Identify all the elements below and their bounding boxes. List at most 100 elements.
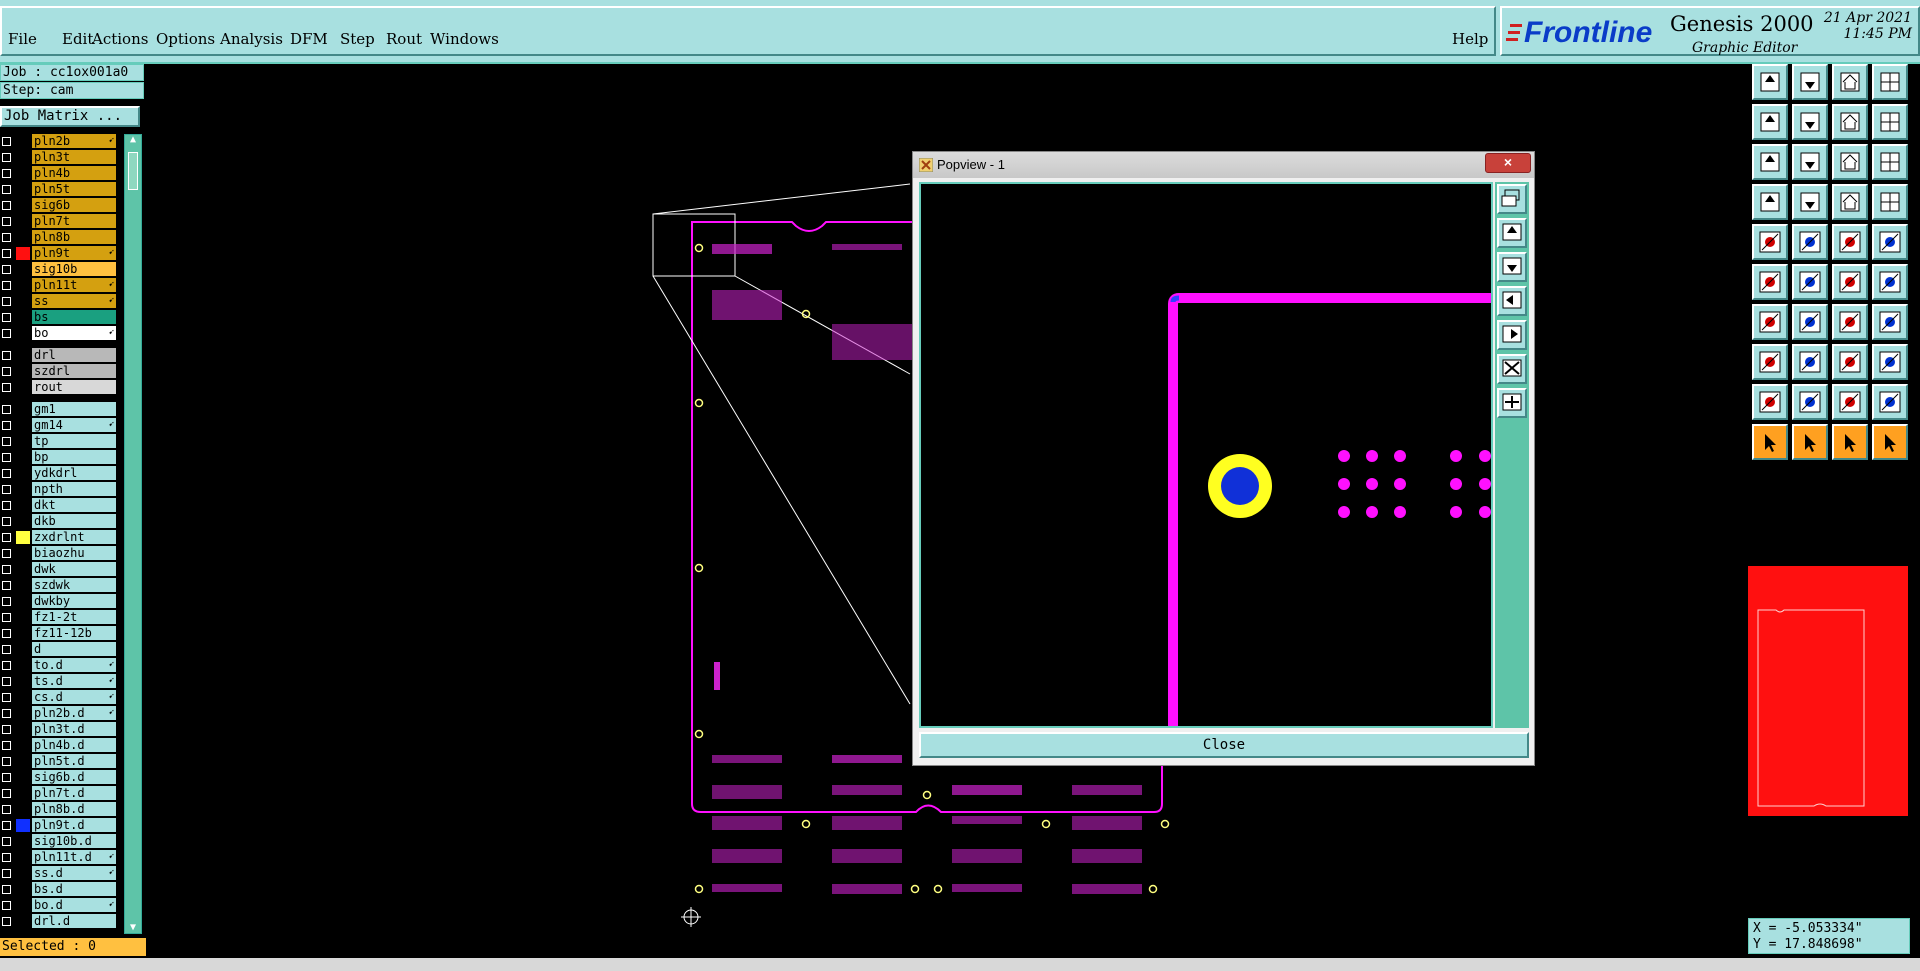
layer-checkbox[interactable] xyxy=(2,185,11,194)
layer-checkbox[interactable] xyxy=(2,169,11,178)
tool-button-triangle2[interactable] xyxy=(1792,384,1828,420)
layer-row-pln8b[interactable]: pln8b xyxy=(0,230,118,245)
popview-close-icon[interactable]: × xyxy=(1485,153,1531,173)
layer-color-swatch[interactable] xyxy=(16,915,30,928)
layer-color-swatch[interactable] xyxy=(16,675,30,688)
layer-row-pln2b.d[interactable]: pln2b.d ➹ xyxy=(0,706,118,721)
layer-row-pln7t.d[interactable]: pln7t.d xyxy=(0,786,118,801)
layer-name[interactable]: sig6b.d xyxy=(32,770,116,784)
layer-row-bo.d[interactable]: bo.d ➹ xyxy=(0,898,118,913)
layer-color-swatch[interactable] xyxy=(16,381,30,394)
layer-row-sig6b.d[interactable]: sig6b.d xyxy=(0,770,118,785)
layer-color-swatch[interactable] xyxy=(16,279,30,292)
layer-color-swatch[interactable] xyxy=(16,547,30,560)
tool-button-help[interactable] xyxy=(1872,144,1908,180)
layer-name[interactable]: npth xyxy=(32,482,116,496)
tool-button-scale-1-2[interactable] xyxy=(1832,144,1868,180)
tool-button-redo[interactable] xyxy=(1872,104,1908,140)
layer-name[interactable]: to.d ➹ xyxy=(32,658,116,672)
layer-row-to.d[interactable]: to.d ➹ xyxy=(0,658,118,673)
layer-checkbox[interactable] xyxy=(2,517,11,526)
layer-row-pln3t[interactable]: pln3t xyxy=(0,150,118,165)
layer-row-pln5t[interactable]: pln5t xyxy=(0,182,118,197)
layer-name[interactable]: ydkdrl xyxy=(32,466,116,480)
layer-name[interactable]: fz11-12b xyxy=(32,626,116,640)
layer-checkbox[interactable] xyxy=(2,821,11,830)
layer-color-swatch[interactable] xyxy=(16,883,30,896)
layer-color-swatch[interactable] xyxy=(16,563,30,576)
layer-name[interactable]: pln4b.d xyxy=(32,738,116,752)
layer-name[interactable]: pln7t.d xyxy=(32,786,116,800)
tool-button-pan[interactable] xyxy=(1792,144,1828,180)
tool-button-triangle4[interactable] xyxy=(1872,384,1908,420)
layer-checkbox[interactable] xyxy=(2,485,11,494)
layer-name[interactable]: pln8b xyxy=(32,230,116,244)
menu-file[interactable]: File xyxy=(8,30,37,48)
tool-button-slope[interactable] xyxy=(1792,304,1828,340)
popview-canvas[interactable] xyxy=(919,182,1493,728)
layer-row-pln4b[interactable]: pln4b xyxy=(0,166,118,181)
layer-color-swatch[interactable] xyxy=(16,579,30,592)
layer-checkbox[interactable] xyxy=(2,917,11,926)
layer-color-swatch[interactable] xyxy=(16,247,30,260)
layer-checkbox[interactable] xyxy=(2,329,11,338)
tool-button-filter2[interactable] xyxy=(1872,184,1908,220)
layer-row-npth[interactable]: npth xyxy=(0,482,118,497)
tool-button-arc[interactable] xyxy=(1832,304,1868,340)
layer-color-swatch[interactable] xyxy=(16,311,30,324)
layer-checkbox[interactable] xyxy=(2,693,11,702)
layer-checkbox[interactable] xyxy=(2,581,11,590)
layer-checkbox[interactable] xyxy=(2,837,11,846)
layer-row-fz11-12b[interactable]: fz11-12b xyxy=(0,626,118,641)
layer-name[interactable]: tp xyxy=(32,434,116,448)
layer-row-gm1[interactable]: gm1 xyxy=(0,402,118,417)
layer-row-szdwk[interactable]: szdwk xyxy=(0,578,118,593)
layer-checkbox[interactable] xyxy=(2,773,11,782)
tool-button-prev[interactable] xyxy=(1752,104,1788,140)
scroll-up-icon[interactable]: ▲ xyxy=(126,134,140,146)
layer-row-bs.d[interactable]: bs.d xyxy=(0,882,118,897)
layer-row-gm14[interactable]: gm14 ➹ xyxy=(0,418,118,433)
tool-button-zoom-fit[interactable] xyxy=(1752,144,1788,180)
layer-scroll-thumb[interactable] xyxy=(128,152,138,190)
layer-name[interactable]: bo ➹ xyxy=(32,326,116,340)
popview-left-button[interactable] xyxy=(1497,286,1527,316)
layer-name[interactable]: pln5t.d xyxy=(32,754,116,768)
layer-checkbox[interactable] xyxy=(2,217,11,226)
layer-checkbox[interactable] xyxy=(2,405,11,414)
layer-name[interactable]: pln5t xyxy=(32,182,116,196)
layer-name[interactable]: cs.d ➹ xyxy=(32,690,116,704)
tool-button-measure[interactable] xyxy=(1832,224,1868,260)
tool-button-line[interactable] xyxy=(1792,224,1828,260)
tool-button-angle[interactable] xyxy=(1752,304,1788,340)
layer-color-swatch[interactable] xyxy=(16,499,30,512)
layer-checkbox[interactable] xyxy=(2,421,11,430)
job-matrix-button[interactable]: Job Matrix ... xyxy=(0,106,140,127)
layer-color-swatch[interactable] xyxy=(16,867,30,880)
tool-button-triangle3[interactable] xyxy=(1832,384,1868,420)
layer-checkbox[interactable] xyxy=(2,437,11,446)
layer-row-bp[interactable]: bp xyxy=(0,450,118,465)
layer-row-zxdrlnt[interactable]: zxdrlnt xyxy=(0,530,118,545)
layer-row-biaozhu[interactable]: biaozhu xyxy=(0,546,118,561)
tool-button-select-rect[interactable] xyxy=(1752,344,1788,380)
layer-color-swatch[interactable] xyxy=(16,199,30,212)
popview-up-button[interactable] xyxy=(1497,218,1527,248)
layer-name[interactable]: bs.d xyxy=(32,882,116,896)
layer-checkbox[interactable] xyxy=(2,351,11,360)
layer-color-swatch[interactable] xyxy=(16,723,30,736)
layer-name[interactable]: pln11t ➹ xyxy=(32,278,116,292)
tool-button-next[interactable] xyxy=(1792,104,1828,140)
layer-name[interactable]: pln3t xyxy=(32,150,116,164)
layer-color-swatch[interactable] xyxy=(16,755,30,768)
layer-row-pln3t.d[interactable]: pln3t.d xyxy=(0,722,118,737)
menu-options[interactable]: Options xyxy=(156,30,215,48)
layer-row-fz1-2t[interactable]: fz1-2t xyxy=(0,610,118,625)
layer-color-swatch[interactable] xyxy=(16,403,30,416)
layer-checkbox[interactable] xyxy=(2,153,11,162)
layer-name[interactable]: biaozhu xyxy=(32,546,116,560)
menu-windows[interactable]: Windows xyxy=(430,30,499,48)
layer-color-swatch[interactable] xyxy=(16,691,30,704)
tool-button-net[interactable] xyxy=(1752,264,1788,300)
layer-color-swatch[interactable] xyxy=(16,771,30,784)
